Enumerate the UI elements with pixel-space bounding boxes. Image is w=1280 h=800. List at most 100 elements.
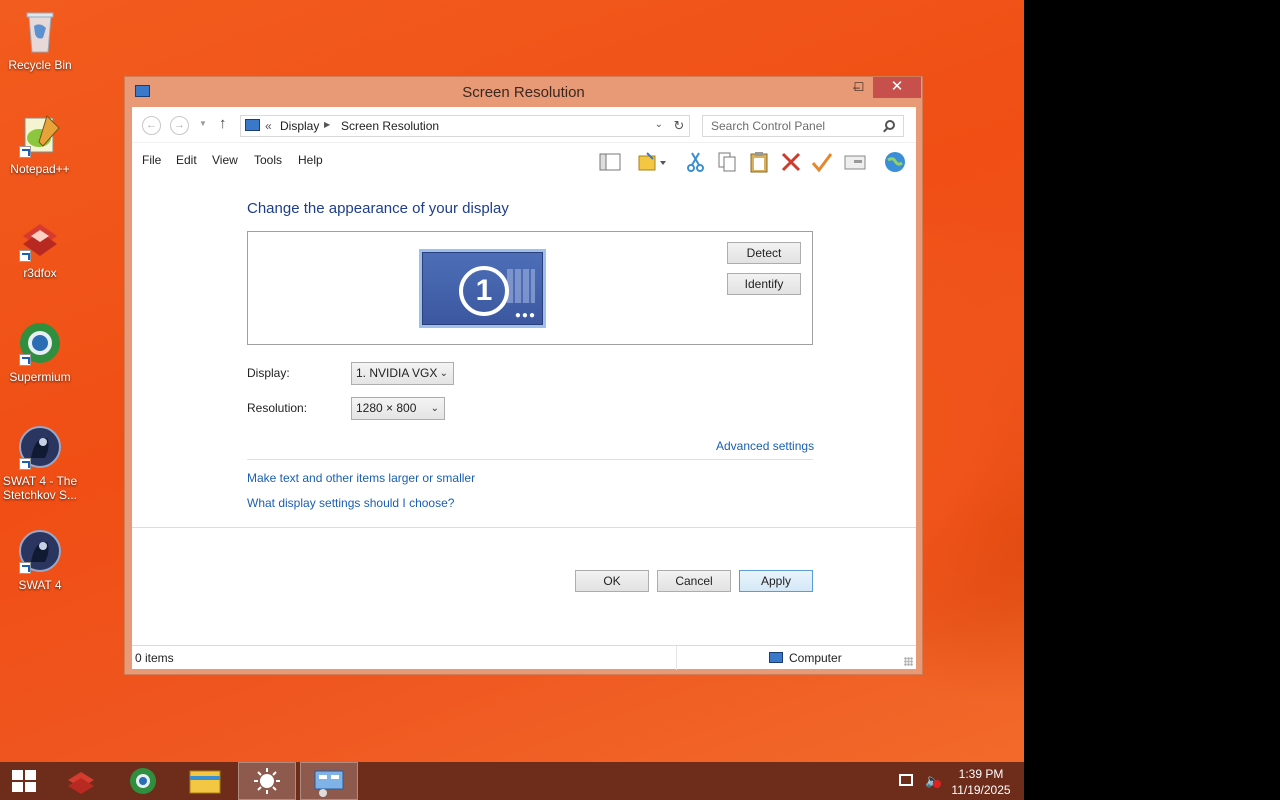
identify-button[interactable]: Identify <box>727 273 801 295</box>
search-box[interactable] <box>702 115 904 137</box>
menu-help[interactable]: Help <box>298 153 323 167</box>
search-icon[interactable] <box>885 120 895 130</box>
menu-view[interactable]: View <box>212 153 238 167</box>
recycle-bin-icon <box>17 8 63 54</box>
window-title: Screen Resolution <box>462 84 585 101</box>
clock-date[interactable]: 11/19/2025 <box>940 783 1022 797</box>
taskbar-control-panel[interactable] <box>300 762 358 800</box>
menu-tools[interactable]: Tools <box>254 153 282 167</box>
letterbox-area <box>1024 0 1280 800</box>
detect-button[interactable]: Detect <box>727 242 801 264</box>
supermium-icon <box>17 320 63 366</box>
resolution-dropdown-value: 1280 × 800 <box>356 401 417 415</box>
copy-icon[interactable] <box>716 151 738 173</box>
desktop-icon-label: SWAT 4 <box>18 578 62 592</box>
monitor-tile[interactable]: 1 ●●● <box>419 249 546 328</box>
address-box[interactable]: « Display ▶ Screen Resolution ⌄ <box>240 115 690 137</box>
search-input[interactable] <box>703 116 878 136</box>
r3dfox-icon <box>68 772 94 794</box>
r3dfox-icon <box>17 216 63 262</box>
status-location: Computer <box>789 651 842 665</box>
taskbar-file-explorer[interactable] <box>176 762 234 800</box>
breadcrumb-display[interactable]: Display <box>280 119 319 133</box>
delete-icon[interactable] <box>780 151 802 173</box>
supermium-icon <box>130 768 156 794</box>
make-text-larger-link[interactable]: Make text and other items larger or smal… <box>247 471 475 485</box>
chevron-down-icon: ⌄ <box>430 403 439 414</box>
window-client-area: ← → ▼ ↑ « Display ▶ Screen Resolution ⌄ … <box>132 107 916 670</box>
desktop-icon-label: Recycle Bin <box>8 58 72 72</box>
status-divider <box>676 646 677 670</box>
checkmark-icon[interactable] <box>811 151 833 173</box>
apply-button[interactable]: Apply <box>739 570 813 592</box>
display-settings-help-link[interactable]: What display settings should I choose? <box>247 496 454 510</box>
content-pane: Change the appearance of your display 1 … <box>132 175 916 595</box>
back-button[interactable]: ← <box>142 116 161 135</box>
desktop-icon-label: r3dfox <box>23 266 57 280</box>
taskbar-display-settings[interactable] <box>238 762 296 800</box>
menu-file[interactable]: File <box>142 153 161 167</box>
advanced-settings-link[interactable]: Advanced settings <box>716 439 814 453</box>
desktop-icon-supermium[interactable]: Supermium <box>0 320 80 384</box>
desktop-icon-swat4-stetchkov[interactable]: SWAT 4 - The Stetchkov S... <box>0 424 80 502</box>
menu-edit[interactable]: Edit <box>176 153 197 167</box>
monitor-number: 1 <box>459 266 509 316</box>
brightness-icon <box>254 768 280 794</box>
chevron-down-icon[interactable]: ⌄ <box>655 119 663 130</box>
folder-icon <box>189 770 221 794</box>
up-arrow-icon[interactable]: ↑ <box>219 115 227 132</box>
content-divider <box>132 527 916 528</box>
desktop-icon-recycle-bin[interactable]: Recycle Bin <box>0 8 80 72</box>
taskbar-r3dfox[interactable] <box>52 762 110 800</box>
chevron-down-icon: ⌄ <box>439 368 448 379</box>
swat4-icon <box>17 528 63 574</box>
monitor-preview-area: 1 ●●● Detect Identify <box>247 231 813 345</box>
desktop-icon-notepad-plus-plus[interactable]: Notepad++ <box>0 112 80 176</box>
cancel-button[interactable]: Cancel <box>657 570 731 592</box>
recent-locations-chevron-icon[interactable]: ▼ <box>199 119 207 128</box>
notepad-plus-plus-icon <box>17 112 63 158</box>
shortcut-arrow-icon <box>19 250 31 262</box>
properties-icon[interactable] <box>844 151 866 173</box>
desktop-icon-r3dfox[interactable]: r3dfox <box>0 216 80 280</box>
resolution-dropdown[interactable]: 1280 × 800 ⌄ <box>351 397 445 420</box>
desktop-icon-swat4[interactable]: SWAT 4 <box>0 528 80 592</box>
back-arrow-icon: ← <box>146 119 157 131</box>
breadcrumb-overflow[interactable]: « <box>265 119 272 133</box>
status-item-count: 0 items <box>135 651 174 665</box>
section-divider <box>247 459 813 460</box>
desktop-icon-label: Supermium <box>9 370 71 384</box>
desktop-background: Recycle Bin Notepad++ r3dfox Supermium S… <box>0 0 1024 762</box>
screen-resolution-window: Screen Resolution ‒ ☐ ✕ ← → ▼ ↑ « Displa… <box>124 76 923 675</box>
cut-icon[interactable] <box>685 151 707 173</box>
monitor-screen: 1 ●●● <box>422 252 543 325</box>
control-panel-icon <box>314 770 344 797</box>
network-icon[interactable] <box>899 774 913 786</box>
computer-icon <box>769 652 783 663</box>
menu-bar: File Edit View Tools Help <box>132 143 916 175</box>
layout-icon[interactable] <box>599 151 621 173</box>
forward-button[interactable]: → <box>170 116 189 135</box>
desktop-icon-label: SWAT 4 - The Stetchkov S... <box>2 474 78 502</box>
taskbar-supermium[interactable] <box>114 762 172 800</box>
resize-grip-icon[interactable] <box>904 657 913 666</box>
folder-icon[interactable] <box>637 151 666 173</box>
monitor-grid-graphic <box>507 269 535 303</box>
title-bar[interactable]: Screen Resolution ‒ ☐ ✕ <box>125 77 922 107</box>
chevron-right-icon[interactable]: ▶ <box>324 120 330 129</box>
close-button[interactable]: ✕ <box>873 77 921 98</box>
shortcut-arrow-icon <box>19 146 31 158</box>
display-dropdown[interactable]: 1. NVIDIA VGX ⌄ <box>351 362 454 385</box>
windows-start-icon[interactable] <box>12 770 38 792</box>
maximize-button[interactable]: ☐ <box>845 77 873 98</box>
shortcut-arrow-icon <box>19 354 31 366</box>
breadcrumb-screen-resolution[interactable]: Screen Resolution <box>341 119 439 133</box>
display-dropdown-value: 1. NVIDIA VGX <box>356 366 438 380</box>
clock-time[interactable]: 1:39 PM <box>940 767 1022 781</box>
refresh-icon[interactable]: ↻ <box>668 115 690 137</box>
ok-button[interactable]: OK <box>575 570 649 592</box>
paste-icon[interactable] <box>748 151 770 173</box>
shortcut-arrow-icon <box>19 562 31 574</box>
desktop-icon-label: Notepad++ <box>10 162 70 176</box>
globe-icon[interactable] <box>884 151 906 173</box>
